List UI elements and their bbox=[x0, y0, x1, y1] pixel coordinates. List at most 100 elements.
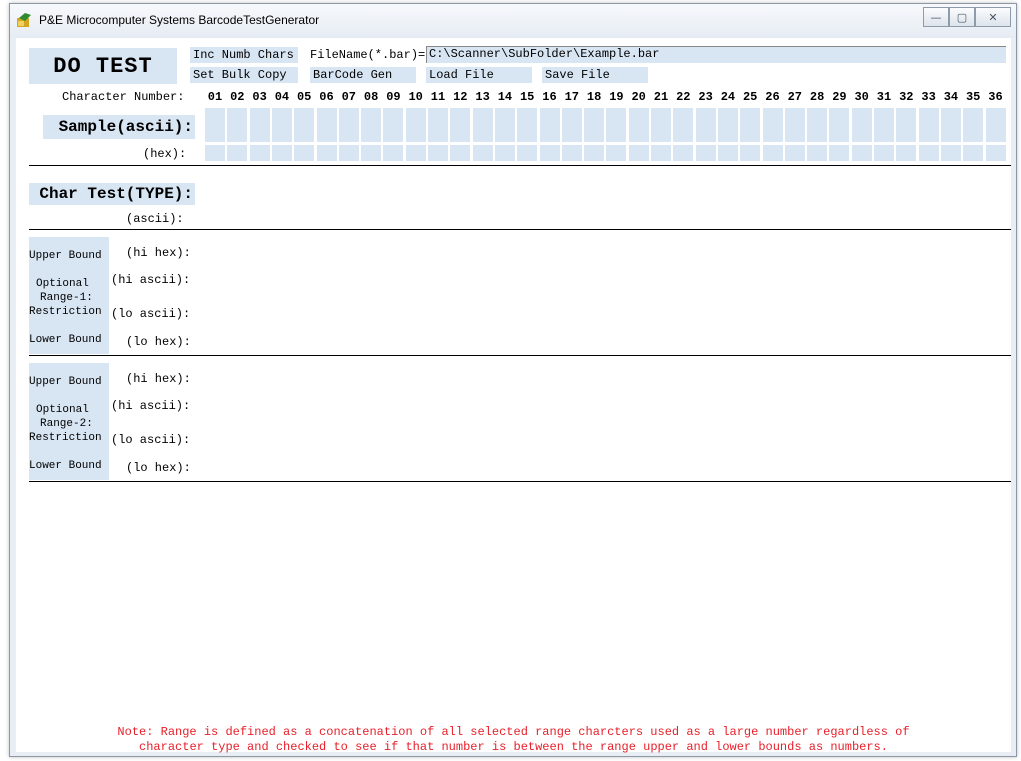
sample-hex-cell[interactable] bbox=[762, 145, 783, 161]
sample-ascii-cell[interactable] bbox=[896, 108, 917, 142]
sample-ascii-cell[interactable] bbox=[539, 108, 560, 142]
range2-lo-hex-label: (lo hex): bbox=[126, 461, 191, 475]
save-file-button[interactable]: Save File bbox=[542, 67, 648, 83]
column-number: 25 bbox=[742, 90, 758, 104]
sample-hex-cell[interactable] bbox=[851, 145, 872, 161]
column-number: 28 bbox=[809, 90, 825, 104]
range2-lower-bound-label: Lower Bound bbox=[29, 460, 102, 472]
sample-ascii-cell[interactable] bbox=[963, 108, 984, 142]
column-number: 22 bbox=[676, 90, 691, 104]
sample-ascii-cell[interactable] bbox=[829, 108, 850, 142]
load-file-button[interactable]: Load File bbox=[426, 67, 532, 83]
sample-ascii-cell[interactable] bbox=[383, 108, 404, 142]
sample-hex-cell[interactable] bbox=[316, 145, 337, 161]
maximize-button[interactable]: ▢ bbox=[949, 7, 975, 27]
range1-hi-hex-label: (hi hex): bbox=[126, 246, 191, 260]
sample-hex-cell[interactable] bbox=[784, 145, 805, 161]
close-button[interactable]: ✕ bbox=[975, 7, 1011, 27]
sample-hex-cell[interactable] bbox=[450, 145, 471, 161]
range2-name-label: Range-2: bbox=[40, 418, 93, 430]
sample-hex-cell[interactable] bbox=[249, 145, 270, 161]
sample-hex-cell[interactable] bbox=[405, 145, 426, 161]
sample-hex-cell[interactable] bbox=[628, 145, 649, 161]
sample-hex-cell[interactable] bbox=[539, 145, 560, 161]
sample-ascii-cell[interactable] bbox=[628, 108, 649, 142]
sample-hex-cell[interactable] bbox=[673, 145, 694, 161]
inc-numb-chars-button[interactable]: Inc Numb Chars bbox=[190, 47, 298, 63]
sample-ascii-cell[interactable] bbox=[294, 108, 315, 142]
sample-hex-cell[interactable] bbox=[338, 145, 359, 161]
sample-ascii-cell[interactable] bbox=[673, 108, 694, 142]
sample-hex-cell[interactable] bbox=[561, 145, 582, 161]
sample-ascii-cell[interactable] bbox=[807, 108, 828, 142]
divider bbox=[29, 481, 1011, 482]
sample-ascii-cell[interactable] bbox=[428, 108, 448, 142]
sample-hex-cell[interactable] bbox=[807, 145, 828, 161]
sample-ascii-cell[interactable] bbox=[606, 108, 627, 142]
sample-ascii-cell[interactable] bbox=[338, 108, 359, 142]
sample-ascii-cell[interactable] bbox=[405, 108, 426, 142]
column-number: 11 bbox=[430, 90, 446, 104]
column-number: 17 bbox=[564, 90, 579, 104]
sample-hex-cell[interactable] bbox=[874, 145, 894, 161]
column-number: 35 bbox=[965, 90, 981, 104]
sample-ascii-cell[interactable] bbox=[940, 108, 961, 142]
sample-ascii-cell[interactable] bbox=[740, 108, 761, 142]
sample-hex-cell[interactable] bbox=[717, 145, 738, 161]
sample-hex-cell[interactable] bbox=[205, 145, 225, 161]
sample-ascii-cell[interactable] bbox=[472, 108, 493, 142]
sample-hex-cell[interactable] bbox=[963, 145, 984, 161]
sample-hex-cell[interactable] bbox=[740, 145, 761, 161]
range1-restriction-label: Restriction bbox=[29, 306, 102, 318]
sample-hex-cell[interactable] bbox=[606, 145, 627, 161]
column-number: 33 bbox=[921, 90, 936, 104]
minimize-button[interactable]: — bbox=[923, 7, 949, 27]
sample-ascii-cell[interactable] bbox=[450, 108, 471, 142]
sample-hex-cell[interactable] bbox=[985, 145, 1006, 161]
sample-ascii-cell[interactable] bbox=[271, 108, 292, 142]
sample-ascii-cell[interactable] bbox=[784, 108, 805, 142]
sample-hex-cell[interactable] bbox=[494, 145, 515, 161]
sample-ascii-cell[interactable] bbox=[494, 108, 515, 142]
sample-ascii-cell[interactable] bbox=[985, 108, 1006, 142]
sample-ascii-cell[interactable] bbox=[695, 108, 716, 142]
sample-hex-cell[interactable] bbox=[271, 145, 292, 161]
sample-hex-cell[interactable] bbox=[940, 145, 961, 161]
sample-ascii-cell[interactable] bbox=[874, 108, 894, 142]
sample-hex-cell[interactable] bbox=[294, 145, 315, 161]
sample-ascii-cell[interactable] bbox=[762, 108, 783, 142]
sample-ascii-cell[interactable] bbox=[651, 108, 671, 142]
filename-input[interactable]: C:\Scanner\SubFolder\Example.bar bbox=[426, 46, 1006, 63]
sample-ascii-cell[interactable] bbox=[584, 108, 605, 142]
sample-ascii-cell[interactable] bbox=[361, 108, 382, 142]
sample-hex-cell[interactable] bbox=[651, 145, 671, 161]
sample-hex-cell[interactable] bbox=[517, 145, 538, 161]
sample-ascii-cell[interactable] bbox=[561, 108, 582, 142]
sample-hex-cell[interactable] bbox=[428, 145, 448, 161]
sample-ascii-cell[interactable] bbox=[316, 108, 337, 142]
column-number: 34 bbox=[943, 90, 959, 104]
sample-ascii-cell[interactable] bbox=[517, 108, 538, 142]
sample-hex-cell[interactable] bbox=[472, 145, 493, 161]
sample-hex-cell[interactable] bbox=[896, 145, 917, 161]
sample-hex-cell[interactable] bbox=[227, 145, 248, 161]
note-line-2: character type and checked to see if tha… bbox=[139, 740, 888, 754]
sample-ascii-cell[interactable] bbox=[227, 108, 248, 142]
do-test-button[interactable]: DO TEST bbox=[29, 48, 177, 84]
set-bulk-copy-button[interactable]: Set Bulk Copy bbox=[190, 67, 298, 83]
sample-hex-cell[interactable] bbox=[361, 145, 382, 161]
range2-optional-label: Optional bbox=[36, 404, 89, 416]
barcode-gen-button[interactable]: BarCode Gen bbox=[310, 67, 416, 83]
sample-ascii-cell[interactable] bbox=[205, 108, 225, 142]
sample-hex-cell[interactable] bbox=[584, 145, 605, 161]
sample-hex-cell[interactable] bbox=[918, 145, 939, 161]
column-number: 21 bbox=[653, 90, 669, 104]
sample-ascii-cell[interactable] bbox=[717, 108, 738, 142]
divider bbox=[29, 229, 1011, 230]
sample-hex-cell[interactable] bbox=[383, 145, 404, 161]
sample-hex-cell[interactable] bbox=[829, 145, 850, 161]
sample-hex-cell[interactable] bbox=[695, 145, 716, 161]
sample-ascii-cell[interactable] bbox=[851, 108, 872, 142]
sample-ascii-cell[interactable] bbox=[918, 108, 939, 142]
sample-ascii-cell[interactable] bbox=[249, 108, 270, 142]
